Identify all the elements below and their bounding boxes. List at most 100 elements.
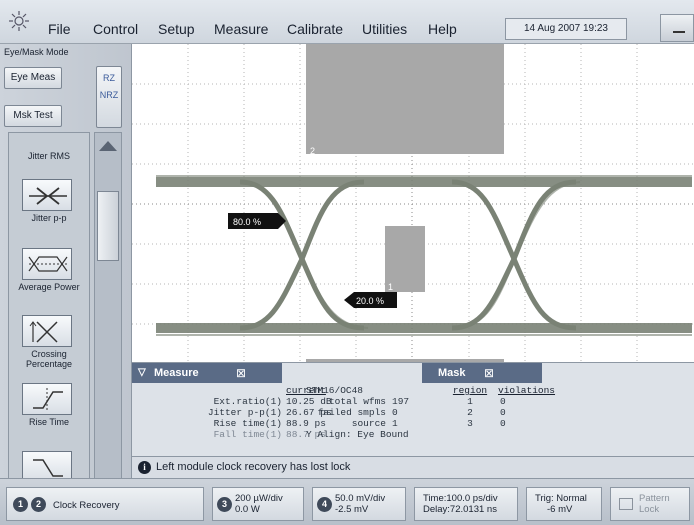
msk-test-label: Msk Test [13, 110, 53, 121]
menu-control[interactable]: Control [93, 21, 138, 37]
menu-setup[interactable]: Setup [158, 21, 195, 37]
violations-header: violations [498, 385, 556, 396]
stat-value: 0 [392, 407, 398, 418]
measure-tab-title: Measure [154, 367, 199, 379]
collapse-chevron-icon[interactable]: ▽ [138, 363, 146, 383]
menu-bar: File Control Setup Measure Calibrate Uti… [0, 0, 694, 44]
timebase-label: Time:100.0 ps/div [423, 493, 498, 504]
meas-row-name: Fall time(1) [213, 429, 282, 440]
mask-violation-count: 0 [500, 418, 506, 429]
meas-row-name: Ext.ratio(1) [213, 396, 282, 407]
svg-text:20.0 %: 20.0 % [356, 296, 384, 306]
mask-region-number: 1 [467, 396, 473, 407]
eye-meas-label: Eye Meas [10, 72, 56, 83]
status-line: i Left module clock recovery has lost lo… [132, 456, 694, 478]
marker-20-percent: 20.0 % [344, 292, 397, 308]
menu-measure[interactable]: Measure [214, 21, 268, 37]
crossing-percentage-icon[interactable] [22, 315, 72, 347]
rz-label: RZ [103, 73, 115, 83]
meas-row-name: Jitter p-p(1) [207, 407, 282, 418]
trigger-control[interactable]: Trig: Normal -6 mV [526, 487, 602, 521]
mask-violation-count: 0 [500, 407, 506, 418]
channel-1-icon: 1 [13, 497, 28, 512]
stats-labels: total wfms failed smpls source [306, 396, 386, 429]
mask-region-number: 3 [467, 418, 473, 429]
y-align-label: Y Align: Eye Bound [306, 429, 409, 440]
delay-label: Delay:72.0131 ns [423, 504, 497, 515]
measurement-names: Ext.ratio(1) Jitter p-p(1) Rise time(1) … [132, 385, 282, 440]
stat-label: total wfms [328, 396, 386, 407]
eye-diagram-display[interactable]: 2 1 80.0 % 20.0 % [132, 44, 694, 362]
rz-nrz-toggle[interactable]: RZ NRZ [96, 66, 122, 128]
close-icon[interactable]: ⊠ [484, 363, 494, 383]
meas-row-name: Rise time(1) [213, 418, 282, 429]
minimize-button[interactable] [660, 14, 694, 42]
menu-utilities[interactable]: Utilities [362, 21, 407, 37]
measurement-scrollbar[interactable] [94, 132, 122, 520]
mask-region-2 [306, 44, 504, 154]
measurement-label[interactable]: Jitter p-p [9, 213, 89, 223]
lock-label: Lock [639, 504, 660, 515]
menu-help[interactable]: Help [428, 21, 457, 37]
scope-window: File Control Setup Measure Calibrate Uti… [0, 0, 694, 525]
mask-tab[interactable]: Mask ⊠ [422, 363, 542, 383]
timebase-control[interactable]: Time:100.0 ps/div Delay:72.0131 ns [414, 487, 518, 521]
msk-test-button[interactable]: Msk Test [4, 105, 62, 127]
clock-recovery-label: Clock Recovery [53, 500, 120, 511]
app-sun-icon [9, 11, 29, 31]
date-time-display: 14 Aug 2007 19:23 [505, 18, 627, 40]
measurement-label[interactable]: Rise Time [9, 417, 89, 427]
marker-80-percent: 80.0 % [228, 213, 286, 229]
measurement-label[interactable]: Crossing Percentage [9, 349, 89, 369]
clock-recovery-control[interactable]: 1 2 Clock Recovery [6, 487, 204, 521]
pattern-label: Pattern [639, 493, 670, 504]
stat-value: 1 [392, 418, 398, 429]
mask-region-label-center: 1 [388, 282, 393, 292]
measure-tab[interactable]: ▽ Measure ⊠ [132, 363, 282, 383]
status-message: Left module clock recovery has lost lock [156, 461, 351, 473]
info-icon: i [138, 461, 151, 474]
trigger-mode-label: Trig: Normal [535, 493, 587, 504]
svg-text:80.0 %: 80.0 % [233, 217, 261, 227]
channel-4-offset-label: -2.5 mV [335, 504, 369, 515]
eye-meas-button[interactable]: Eye Meas [4, 67, 62, 89]
trigger-level-label: -6 mV [547, 504, 573, 515]
close-icon[interactable]: ⊠ [236, 363, 246, 383]
channel-4-scale-label: 50.0 mV/div [335, 493, 386, 504]
mask-region-label-top: 2 [310, 146, 315, 156]
eye-diagram: 2 1 80.0 % 20.0 % [132, 44, 694, 362]
bottom-bar: 1 2 Clock Recovery 3 200 µW/div 0.0 W 4 … [0, 478, 694, 525]
mask-violations-column: violations 0 0 0 [498, 385, 568, 429]
channel-3-offset-label: 0.0 W [235, 504, 260, 515]
pattern-lock-icon [619, 498, 633, 510]
measurement-label[interactable]: Average Power [9, 282, 89, 292]
average-power-icon[interactable] [22, 248, 72, 280]
rise-time-icon[interactable] [22, 383, 72, 415]
channel-4-icon: 4 [317, 497, 332, 512]
menu-calibrate[interactable]: Calibrate [287, 21, 343, 37]
mode-label: Eye/Mask Mode [4, 47, 69, 57]
channel-3-scale-label: 200 µW/div [235, 493, 283, 504]
jitter-pp-icon[interactable] [22, 179, 72, 211]
stat-label: failed smpls [317, 407, 386, 418]
mask-region-number: 2 [467, 407, 473, 418]
stats-values: 197 0 1 [392, 396, 432, 429]
region-header: region [452, 385, 488, 396]
channel-4-scale[interactable]: 4 50.0 mV/div -2.5 mV [312, 487, 406, 521]
channel-2-icon: 2 [31, 497, 46, 512]
scroll-thumb[interactable] [97, 191, 119, 261]
measurement-label[interactable]: Jitter RMS [9, 151, 89, 161]
scroll-up-icon[interactable] [99, 141, 117, 151]
mask-region-column: region 1 2 3 [450, 385, 490, 429]
mask-stats: STM16/OC48 [306, 385, 426, 396]
minimize-icon [673, 31, 685, 33]
pattern-lock-control[interactable]: Pattern Lock [610, 487, 690, 521]
menu-file[interactable]: File [48, 21, 71, 37]
mask-violation-count: 0 [500, 396, 506, 407]
stm-label: STM16/OC48 [306, 385, 364, 396]
channel-3-scale[interactable]: 3 200 µW/div 0.0 W [212, 487, 304, 521]
left-panel: Eye/Mask Mode Eye Meas Msk Test RZ NRZ J… [0, 44, 132, 520]
nrz-label: NRZ [99, 90, 119, 100]
channel-3-icon: 3 [217, 497, 232, 512]
measurement-list: Jitter RMS Jitter p-p Average Power Cros… [8, 132, 90, 520]
